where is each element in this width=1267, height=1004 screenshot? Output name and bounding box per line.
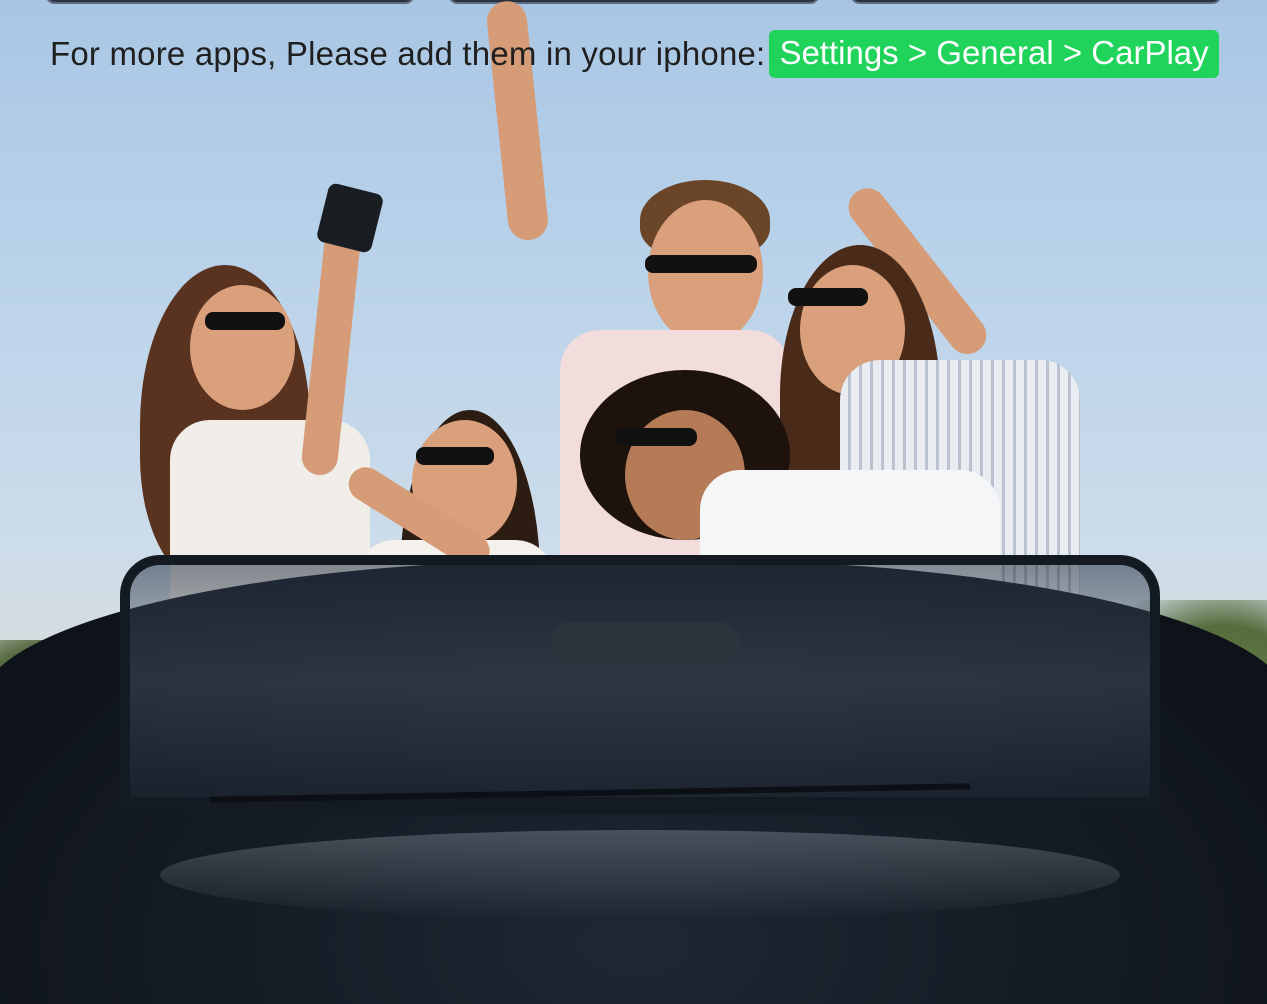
windshield: [120, 555, 1160, 815]
rearview-mirror: [550, 622, 740, 666]
caption-text: For more apps, Please add them in your i…: [50, 35, 766, 72]
promo-image: For more apps, Please add them in your i…: [0, 0, 1267, 1004]
carplay-instructions: For more apps, Please add them in your i…: [50, 30, 1219, 78]
photo-scene: [0, 0, 1267, 1004]
settings-path-badge: Settings > General > CarPlay: [769, 30, 1219, 78]
phone-icon: [315, 182, 385, 254]
hood-reflection: [160, 830, 1120, 920]
